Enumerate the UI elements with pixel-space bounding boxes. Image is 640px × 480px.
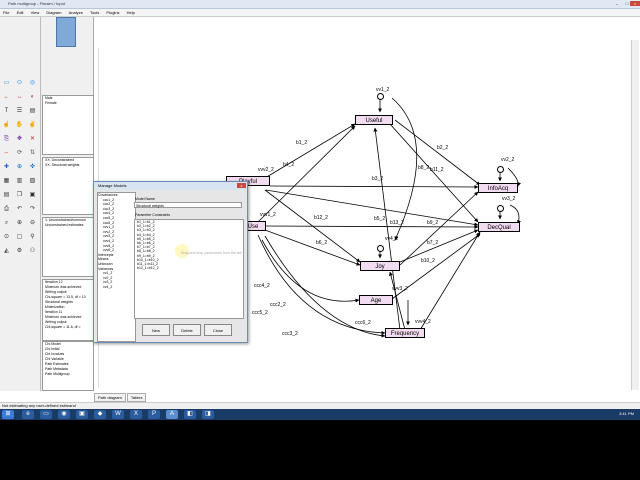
dialog-titlebar: Manage Models x	[94, 182, 247, 190]
path-label: vvv3_2	[392, 286, 408, 292]
node-decqual[interactable]: DecQual	[478, 222, 520, 232]
tree-leaf[interactable]: vv4_2	[98, 285, 135, 290]
parameter-tree: Covariances ccc1_2 ccc2_2 ccc3_2 ccc4_2 …	[97, 192, 136, 342]
taskbar-folder-icon[interactable]: ▭	[40, 410, 52, 419]
path-label: b3_2	[372, 176, 384, 182]
view-tabs: Path diagram Tables	[94, 393, 147, 402]
taskbar: ⊞ e ▭ ◉ ▣ ◆ W X P A ◧ ◨ 3:41 PM	[0, 409, 640, 420]
taskbar-app-icon[interactable]: P	[148, 410, 160, 419]
taskbar-app-icon[interactable]: ▣	[76, 410, 88, 419]
path-label: b2_2	[437, 145, 449, 151]
path-label: b6_2	[316, 240, 328, 246]
path-label: b13_2	[390, 220, 404, 226]
taskbar-app-icon[interactable]: W	[112, 410, 124, 419]
dialog-close-icon[interactable]: x	[237, 183, 246, 188]
taskbar-app-icon[interactable]: e	[22, 410, 34, 419]
path-label: ccc5_2	[252, 310, 268, 316]
status-text: Not estimating any user-defined estimand	[2, 403, 76, 408]
start-icon[interactable]: ⊞	[2, 410, 14, 419]
taskbar-app-icon[interactable]: ◧	[184, 410, 196, 419]
path-label: b1_2	[296, 140, 308, 146]
path-label: b10_2	[421, 258, 435, 264]
error-circle[interactable]	[377, 93, 384, 100]
path-label: b7_2	[427, 240, 439, 246]
path-label: b8_2	[418, 165, 430, 171]
error-circle[interactable]	[497, 205, 504, 212]
node-joy[interactable]: Joy	[360, 261, 400, 271]
error-label: vv3_2	[502, 196, 516, 202]
taskbar-amos-icon[interactable]: A	[166, 410, 178, 419]
path-label: b12_2	[314, 215, 328, 221]
path-label: ccc3_2	[282, 331, 298, 337]
path-label: b4_2	[283, 162, 295, 168]
constraints-textarea[interactable]: b1_1=b1_2 b2_1=b2_2 b3_1=b3_2 b4_1=b4_2 …	[134, 219, 244, 319]
error-circle[interactable]	[377, 245, 384, 252]
delete-model-button[interactable]: Delete	[173, 324, 201, 336]
model-name-input[interactable]: Structural weights	[134, 202, 242, 208]
path-label: vvv4_2	[415, 319, 431, 325]
node-infoacq[interactable]: InfoAcq	[478, 183, 518, 193]
path-label: vvv2_2	[258, 167, 274, 173]
node-age[interactable]: Age	[359, 295, 393, 305]
model-name-label: Model Name	[135, 197, 155, 201]
taskbar-clock: 3:41 PM	[619, 411, 634, 416]
desktop-screen: Path multigroup - Fimalm / Input – □ x F…	[0, 0, 640, 420]
path-label: ccc2_2	[270, 302, 286, 308]
tab-path-diagram[interactable]: Path diagram	[94, 393, 126, 402]
tab-tables[interactable]: Tables	[126, 393, 147, 402]
path-label: ccc4_2	[254, 283, 270, 289]
path-label: b11_2	[430, 167, 444, 173]
path-label: ccc6_2	[355, 320, 371, 326]
taskbar-app-icon[interactable]: ◉	[58, 410, 70, 419]
error-label: vv2_2	[501, 157, 515, 163]
node-frequency[interactable]: Frequency	[385, 328, 425, 338]
path-label: b9_2	[427, 220, 439, 226]
error-circle[interactable]	[497, 166, 504, 173]
node-useful[interactable]: Useful	[355, 115, 393, 125]
error-label: vv1_2	[376, 87, 390, 93]
taskbar-app-icon[interactable]: X	[130, 410, 142, 419]
constraint-line: b12_1=b12_2	[137, 266, 159, 271]
dialog-title: Manage Models	[98, 183, 127, 188]
constraints-label: Parameter Constraints	[135, 213, 171, 217]
path-label: vvv1_2	[260, 212, 276, 218]
taskbar-app-icon[interactable]: ◨	[202, 410, 214, 419]
close-dialog-button[interactable]: Close	[204, 324, 232, 336]
error-label: vv4_2	[385, 236, 399, 242]
taskbar-app-icon[interactable]: ◆	[94, 410, 106, 419]
path-label: b5_2	[374, 216, 386, 222]
drag-hint: Drag and drop parameters from the left	[181, 251, 242, 255]
new-model-button[interactable]: New	[142, 324, 170, 336]
